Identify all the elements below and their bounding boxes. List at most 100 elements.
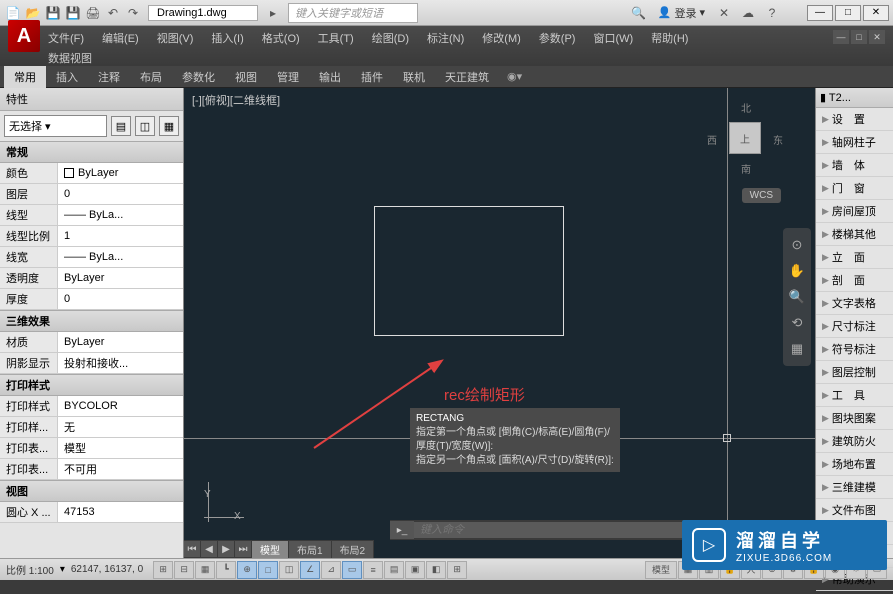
layout-prev[interactable]: ◀ xyxy=(201,541,217,557)
menu-insert[interactable]: 插入(I) xyxy=(211,30,243,46)
palette-item[interactable]: ▶图层控制 xyxy=(816,361,893,384)
model-space-button[interactable]: 模型 xyxy=(645,561,677,579)
pickadd-icon[interactable]: ◫ xyxy=(135,116,155,136)
app-logo[interactable]: A xyxy=(8,20,40,52)
qp-icon[interactable]: ▣ xyxy=(405,561,425,579)
new-icon[interactable]: 📄 xyxy=(4,4,22,22)
doc-maximize[interactable]: □ xyxy=(851,30,867,44)
tab-common[interactable]: 常用 xyxy=(4,66,46,88)
props-value[interactable]: ByLayer xyxy=(58,332,183,352)
minimize-button[interactable]: — xyxy=(807,5,833,21)
wcs-badge[interactable]: WCS xyxy=(742,188,781,203)
viewcube[interactable]: 北 南 东 西 上 xyxy=(705,98,785,178)
props-value[interactable]: ByLayer xyxy=(58,163,183,183)
binoculars-icon[interactable]: 🔍 xyxy=(630,4,648,22)
command-line-icon[interactable]: ▸_ xyxy=(390,521,414,539)
exchange-icon[interactable]: ✕ xyxy=(715,4,733,22)
props-value[interactable]: BYCOLOR xyxy=(58,396,183,416)
tab-annotate[interactable]: 注释 xyxy=(88,66,130,88)
polar-icon[interactable]: ⊕ xyxy=(237,561,257,579)
print-icon[interactable]: 🖨 xyxy=(84,4,102,22)
palette-item[interactable]: ▶图块图案 xyxy=(816,407,893,430)
tab-manage[interactable]: 管理 xyxy=(267,66,309,88)
lwt-icon[interactable]: ≡ xyxy=(363,561,383,579)
menu-help[interactable]: 帮助(H) xyxy=(651,30,688,46)
viewcube-north[interactable]: 北 xyxy=(741,100,751,115)
viewport-label[interactable]: [-][俯视][二维线框] xyxy=(192,92,280,108)
saveas-icon[interactable]: 💾 xyxy=(64,4,82,22)
palette-item[interactable]: ▶剖 面 xyxy=(816,269,893,292)
ribbon-expand-icon[interactable]: ◉▾ xyxy=(507,70,522,83)
drawing-canvas[interactable]: [-][俯视][二维线框] 北 南 东 西 上 WCS ⊙ ✋ 🔍 ⟲ ▦ xyxy=(184,88,815,558)
layout-tab-2[interactable]: 布局2 xyxy=(332,541,374,558)
menu-window[interactable]: 窗口(W) xyxy=(593,30,633,46)
palette-item[interactable]: ▶工 具 xyxy=(816,384,893,407)
submenu-dataview[interactable]: 数据视图 xyxy=(48,50,92,66)
snap-icon[interactable]: ⊟ xyxy=(174,561,194,579)
menu-edit[interactable]: 编辑(E) xyxy=(102,30,139,46)
pan-icon[interactable]: ✋ xyxy=(783,258,811,284)
tab-view[interactable]: 视图 xyxy=(225,66,267,88)
palette-item[interactable]: ▶墙 体 xyxy=(816,154,893,177)
osnap-icon[interactable]: □ xyxy=(258,561,278,579)
tab-output[interactable]: 输出 xyxy=(309,66,351,88)
menu-dimension[interactable]: 标注(N) xyxy=(427,30,464,46)
palette-item[interactable]: ▶建筑防火 xyxy=(816,430,893,453)
scale-dropdown-icon[interactable]: ▾ xyxy=(60,564,65,575)
maximize-button[interactable]: □ xyxy=(835,5,861,21)
palette-item[interactable]: ▶立 面 xyxy=(816,246,893,269)
props-value[interactable]: 投射和接收... xyxy=(58,353,183,373)
scale-label[interactable]: 比例 1:100 xyxy=(6,562,54,577)
open-icon[interactable]: 📂 xyxy=(24,4,42,22)
palette-item[interactable]: ▶轴网柱子 xyxy=(816,131,893,154)
menu-file[interactable]: 文件(F) xyxy=(48,30,84,46)
doc-minimize[interactable]: — xyxy=(833,30,849,44)
props-value[interactable]: —— ByLa... xyxy=(58,205,183,225)
selection-dropdown[interactable]: 无选择 ▾ xyxy=(4,115,107,137)
3dosnap-icon[interactable]: ◫ xyxy=(279,561,299,579)
arrow-right-icon[interactable]: ▸ xyxy=(264,4,282,22)
steering-wheel-icon[interactable]: ⊙ xyxy=(783,232,811,258)
palette-item[interactable]: ▶符号标注 xyxy=(816,338,893,361)
undo-icon[interactable]: ↶ xyxy=(104,4,122,22)
props-section-header[interactable]: 常规 xyxy=(0,141,183,163)
help-icon[interactable]: ? xyxy=(763,4,781,22)
palette-item[interactable]: ▶楼梯其他 xyxy=(816,223,893,246)
palette-item[interactable]: ▶门 窗 xyxy=(816,177,893,200)
orbit-icon[interactable]: ⟲ xyxy=(783,310,811,336)
palette-item[interactable]: ▶场地布置 xyxy=(816,453,893,476)
props-value[interactable]: ByLayer xyxy=(58,268,183,288)
save-icon[interactable]: 💾 xyxy=(44,4,62,22)
sc-icon[interactable]: ◧ xyxy=(426,561,446,579)
layout-tab-1[interactable]: 布局1 xyxy=(289,541,331,558)
zoom-icon[interactable]: 🔍 xyxy=(783,284,811,310)
showmotion-icon[interactable]: ▦ xyxy=(783,336,811,362)
viewcube-east[interactable]: 东 xyxy=(773,132,783,147)
props-value[interactable]: 无 xyxy=(58,417,183,437)
ducs-icon[interactable]: ⊿ xyxy=(321,561,341,579)
tab-tangent[interactable]: 天正建筑 xyxy=(435,66,499,88)
palette-item[interactable]: ▶设 置 xyxy=(816,108,893,131)
layout-last[interactable]: ⏭ xyxy=(235,541,251,557)
layout-first[interactable]: ⏮ xyxy=(184,541,200,557)
palette-item[interactable]: ▶房间屋顶 xyxy=(816,200,893,223)
redo-icon[interactable]: ↷ xyxy=(124,4,142,22)
dyn-icon[interactable]: ▭ xyxy=(342,561,362,579)
props-section-header[interactable]: 打印样式 xyxy=(0,374,183,396)
props-value[interactable]: 模型 xyxy=(58,438,183,458)
tab-online[interactable]: 联机 xyxy=(393,66,435,88)
viewcube-face[interactable]: 上 xyxy=(729,122,761,154)
menu-modify[interactable]: 修改(M) xyxy=(482,30,521,46)
grid-icon[interactable]: ▦ xyxy=(195,561,215,579)
search-input[interactable]: 键入关键字或短语 xyxy=(288,3,418,23)
menu-view[interactable]: 视图(V) xyxy=(157,30,194,46)
palette-item[interactable]: ▶尺寸标注 xyxy=(816,315,893,338)
close-button[interactable]: ✕ xyxy=(863,5,889,21)
infer-icon[interactable]: ⊞ xyxy=(153,561,173,579)
props-value[interactable]: 不可用 xyxy=(58,459,183,479)
layout-tab-model[interactable]: 模型 xyxy=(252,541,288,558)
props-value[interactable]: —— ByLa... xyxy=(58,247,183,267)
menu-draw[interactable]: 绘图(D) xyxy=(372,30,409,46)
props-section-header[interactable]: 三维效果 xyxy=(0,310,183,332)
props-value[interactable]: 1 xyxy=(58,226,183,246)
